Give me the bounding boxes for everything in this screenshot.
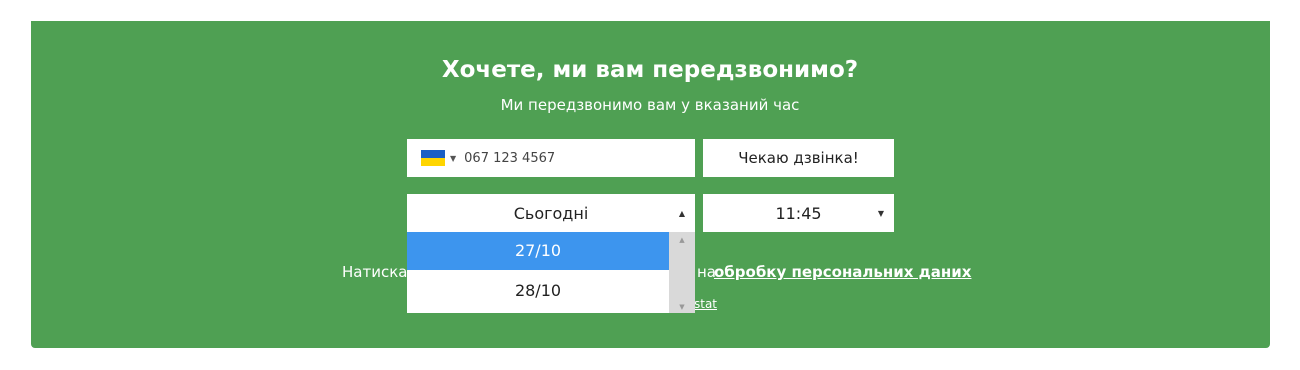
time-select[interactable]: 11:45 ▼ (703, 194, 894, 232)
caret-up-icon: ▲ (678, 209, 685, 218)
callback-title: Хочете, ми вам передзвонимо? (441, 57, 859, 83)
dropdown-scrollbar[interactable]: ▲ ▼ (669, 232, 695, 313)
time-select-value: 11:45 (775, 204, 822, 223)
day-option[interactable]: 28/10 (407, 272, 669, 310)
ukraine-flag-icon (421, 150, 445, 166)
phone-input[interactable] (464, 150, 685, 166)
day-select-value: Сьогодні (513, 204, 589, 223)
stat-link[interactable]: stat (694, 297, 717, 311)
phone-field: ▼ (407, 139, 695, 177)
scroll-up-icon[interactable]: ▲ (669, 236, 695, 244)
day-dropdown: 27/10 28/10 ▲ ▼ (407, 232, 695, 313)
day-option[interactable]: 27/10 (407, 232, 669, 270)
caret-down-icon: ▼ (877, 209, 884, 218)
request-call-button[interactable]: Чекаю дзвінка! (703, 139, 894, 177)
country-selector[interactable]: ▼ (421, 150, 456, 166)
consent-prefix: Натиска (342, 263, 408, 281)
callback-subtitle: Ми передзвонимо вам у вказаний час (500, 96, 800, 114)
day-select[interactable]: Сьогодні ▲ (407, 194, 695, 232)
personal-data-link[interactable]: обробку персональних даних (714, 261, 971, 283)
caret-down-icon: ▼ (450, 153, 457, 163)
scroll-down-icon[interactable]: ▼ (669, 303, 695, 311)
